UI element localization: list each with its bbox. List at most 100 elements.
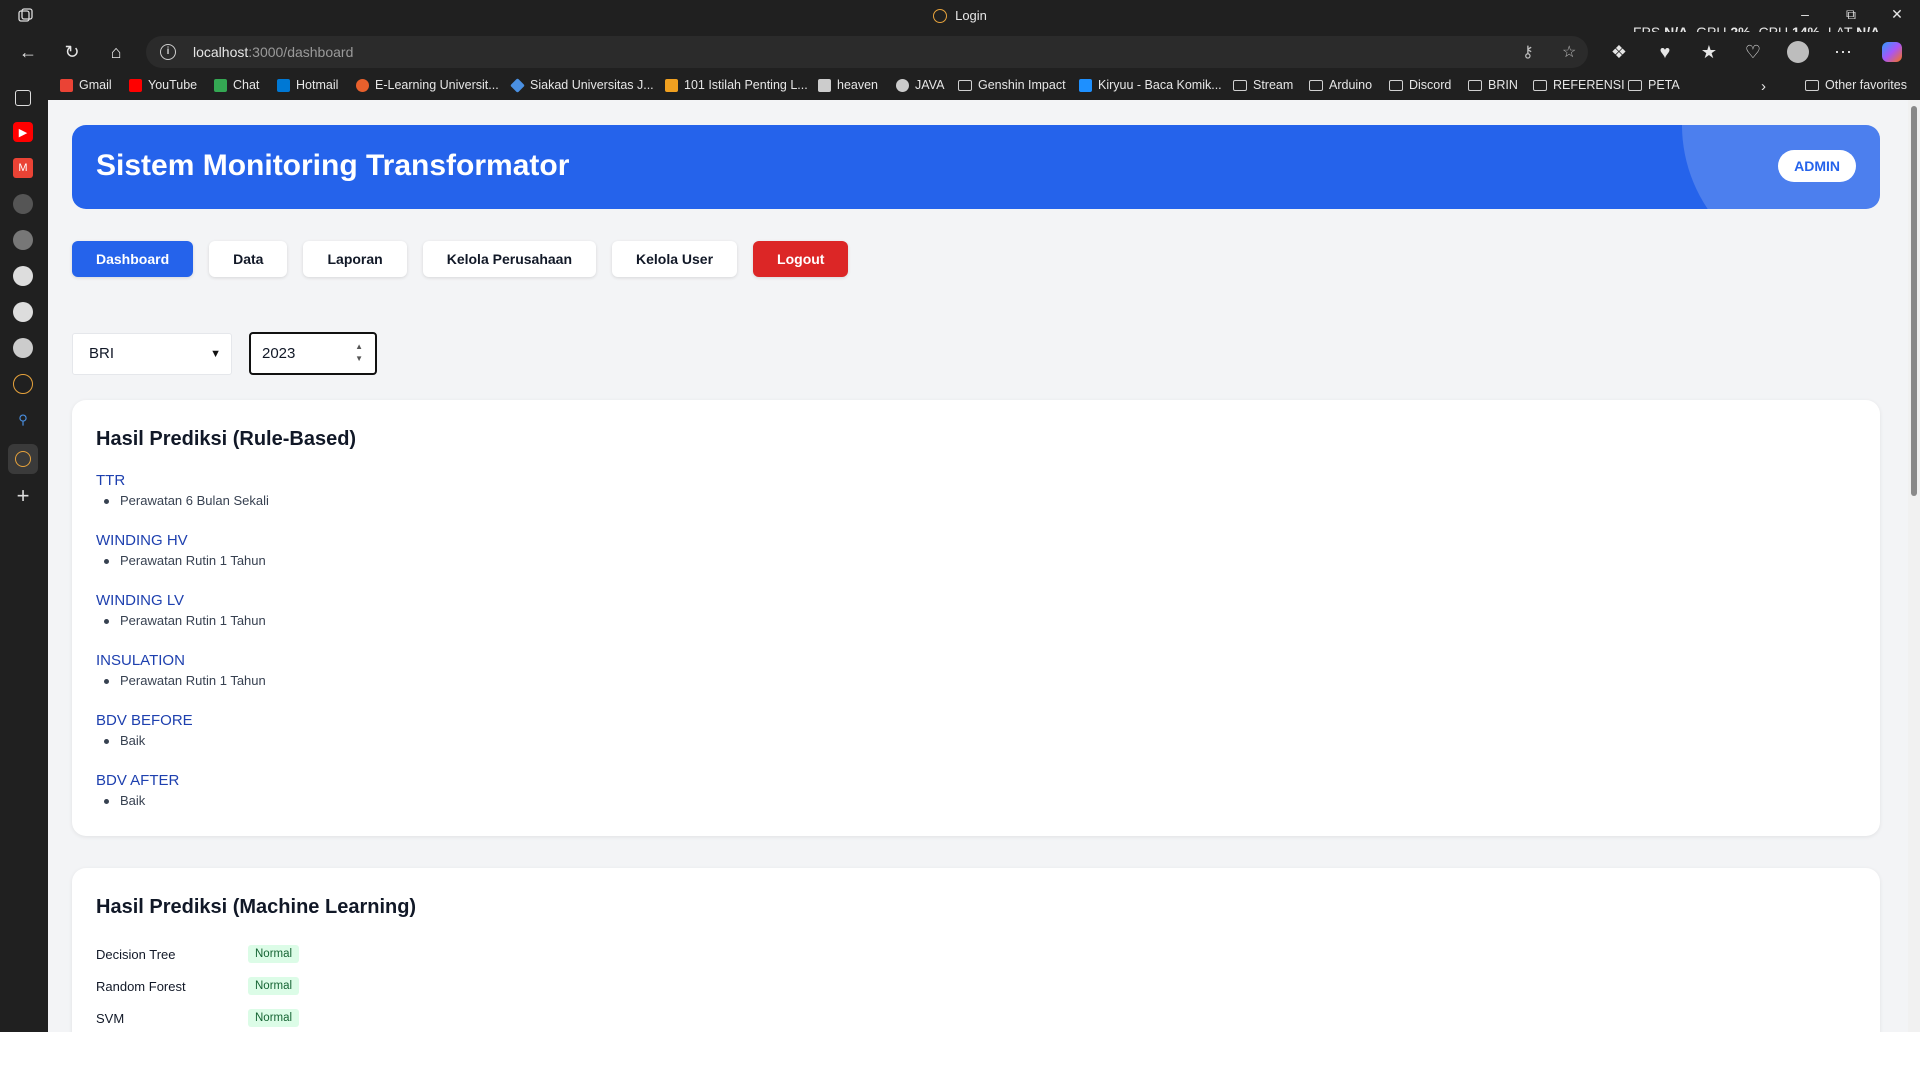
youtube-icon xyxy=(129,78,142,92)
status-badge: Normal xyxy=(248,977,300,995)
key-icon[interactable]: ⚷ xyxy=(1522,42,1534,62)
parameter-name: TTR xyxy=(96,472,126,489)
bookmark-stream[interactable]: Stream xyxy=(1233,78,1293,92)
logout-button[interactable]: Logout xyxy=(753,241,849,277)
model-name: SVM xyxy=(96,1010,125,1026)
java-icon xyxy=(896,78,909,92)
parameter-result: Perawatan Rutin 1 Tahun xyxy=(96,552,269,570)
gmail-icon[interactable]: M xyxy=(13,158,33,178)
nav-dashboard-button[interactable]: Dashboard xyxy=(72,241,194,277)
rule-based-card: Hasil Prediksi (Rule-Based) TTR Perawata… xyxy=(72,400,1880,836)
bookmark-kiryuu[interactable]: Kiryuu - Baca Komik... xyxy=(1079,78,1222,92)
nav-kelola-perusahaan-button[interactable]: Kelola Perusahaan xyxy=(422,241,596,277)
parameter-result: Baik xyxy=(96,732,269,750)
profile-avatar-icon[interactable] xyxy=(1786,40,1810,64)
bookmark-referensi[interactable]: REFERENSI xyxy=(1533,78,1625,92)
github-icon[interactable] xyxy=(13,302,33,322)
browser-essentials-icon[interactable]: ♥ xyxy=(1653,40,1677,64)
bookmark-brin[interactable]: BRIN xyxy=(1468,78,1518,92)
chat-icon xyxy=(214,78,227,92)
bookmark-chat[interactable]: Chat xyxy=(214,78,259,92)
list-item: BDV AFTER Baik xyxy=(96,770,269,830)
year-input[interactable]: 2023 ▲ ▼ xyxy=(249,332,377,375)
bookmark-elearning[interactable]: E-Learning Universit... xyxy=(356,78,499,92)
outlook-icon xyxy=(277,78,290,92)
active-sidebar-tab[interactable] xyxy=(8,444,38,474)
github-icon[interactable] xyxy=(13,194,33,214)
browser-toolbar: ← ↻ ⌂ i localhost:3000/dashboard ⚷ ☆ ❖ ♥… xyxy=(0,32,1920,72)
bookmark-peta[interactable]: PETA xyxy=(1628,78,1680,92)
address-bar[interactable]: i localhost:3000/dashboard ⚷ ☆ xyxy=(146,36,1588,68)
tab-favicon-icon xyxy=(933,9,948,23)
refresh-icon[interactable]: ↻ xyxy=(60,40,84,64)
github-icon[interactable] xyxy=(13,266,33,286)
bookmark-youtube[interactable]: YouTube xyxy=(129,78,197,92)
page-scrollbar[interactable] xyxy=(1908,100,1920,1032)
role-badge: ADMIN xyxy=(1778,150,1856,182)
nav-data-button[interactable]: Data xyxy=(209,241,288,277)
list-item: SVM Normal xyxy=(96,1002,300,1032)
favorites-icon[interactable]: ★ xyxy=(1697,40,1721,64)
add-icon[interactable]: + xyxy=(13,483,33,508)
app-favicon-icon[interactable] xyxy=(13,374,33,394)
spinner-arrows-icon[interactable]: ▲ ▼ xyxy=(355,341,363,365)
list-item: Random Forest Normal xyxy=(96,970,300,1002)
scrollbar-thumb[interactable] xyxy=(1911,106,1917,496)
parameter-name: BDV AFTER xyxy=(96,772,180,789)
github-icon[interactable] xyxy=(13,230,33,250)
copilot-icon[interactable] xyxy=(1880,40,1904,64)
article-icon xyxy=(665,78,678,92)
page-viewport: Sistem Monitoring Transformator ADMIN Da… xyxy=(48,100,1920,1032)
back-icon[interactable]: ← xyxy=(16,40,40,64)
bookmark-arduino[interactable]: Arduino xyxy=(1309,78,1372,92)
nav-laporan-button[interactable]: Laporan xyxy=(303,241,407,277)
folder-icon xyxy=(1533,79,1547,91)
list-item: WINDING HV Perawatan Rutin 1 Tahun xyxy=(96,530,269,590)
parameter-name: BDV BEFORE xyxy=(96,712,193,729)
nav-kelola-user-button[interactable]: Kelola User xyxy=(612,241,738,277)
favorite-star-icon[interactable]: ☆ xyxy=(1562,42,1576,62)
folder-icon xyxy=(1233,79,1247,91)
bookmark-genshin[interactable]: Genshin Impact xyxy=(958,78,1066,92)
status-badge: Normal xyxy=(248,945,300,963)
heart-pulse-icon[interactable]: ♡ xyxy=(1741,40,1765,64)
bookmark-heaven[interactable]: heaven xyxy=(818,78,878,92)
home-icon[interactable]: ⌂ xyxy=(104,40,128,64)
url-text[interactable]: localhost:3000/dashboard xyxy=(193,44,353,60)
rule-based-title: Hasil Prediksi (Rule-Based) xyxy=(96,428,357,450)
youtube-icon[interactable]: ▶ xyxy=(13,122,33,142)
site-info-icon[interactable]: i xyxy=(160,44,176,60)
parameter-name: INSULATION xyxy=(96,652,185,669)
other-favorites[interactable]: Other favorites xyxy=(1805,78,1907,92)
bookmark-siakad[interactable]: Siakad Universitas J... xyxy=(510,77,654,93)
active-tab-title[interactable]: Login xyxy=(0,8,1920,23)
model-name: Random Forest xyxy=(96,978,186,994)
bookmark-discord[interactable]: Discord xyxy=(1389,78,1451,92)
tab-actions-icon[interactable] xyxy=(15,90,31,106)
bookmark-gmail[interactable]: Gmail xyxy=(60,78,112,92)
machine-learning-card: Hasil Prediksi (Machine Learning) Decisi… xyxy=(72,868,1880,1032)
minimize-icon[interactable]: – xyxy=(1793,6,1817,22)
browser-sidebar: ▶ M ⚲ + xyxy=(0,80,48,1032)
list-item: BDV BEFORE Baik xyxy=(96,710,269,770)
parameter-result: Perawatan Rutin 1 Tahun xyxy=(96,612,269,630)
browser-titlebar: Login – ⧉ ✕ xyxy=(0,0,1920,32)
restore-icon[interactable]: ⧉ xyxy=(1839,6,1863,23)
folder-icon xyxy=(1468,79,1482,91)
parameter-name: WINDING LV xyxy=(96,592,185,609)
list-item: Decision Tree Normal xyxy=(96,938,300,970)
parameter-result: Perawatan Rutin 1 Tahun xyxy=(96,672,269,690)
chevron-down-icon: ▼ xyxy=(210,348,221,360)
more-options-icon[interactable]: ⋯ xyxy=(1831,40,1855,64)
bookmark-hotmail[interactable]: Hotmail xyxy=(277,78,338,92)
close-icon[interactable]: ✕ xyxy=(1885,6,1909,23)
list-item: WINDING LV Perawatan Rutin 1 Tahun xyxy=(96,590,269,650)
company-select[interactable]: BRI ▼ xyxy=(72,333,232,375)
bookmark-istilah[interactable]: 101 Istilah Penting L... xyxy=(665,78,808,92)
search-icon[interactable]: ⚲ xyxy=(13,410,33,430)
extensions-icon[interactable]: ❖ xyxy=(1607,40,1631,64)
bookmarks-overflow-icon[interactable]: › xyxy=(1761,78,1766,95)
folder-icon xyxy=(1628,79,1642,91)
openai-icon[interactable] xyxy=(13,338,33,358)
bookmark-java[interactable]: JAVA xyxy=(896,78,944,92)
